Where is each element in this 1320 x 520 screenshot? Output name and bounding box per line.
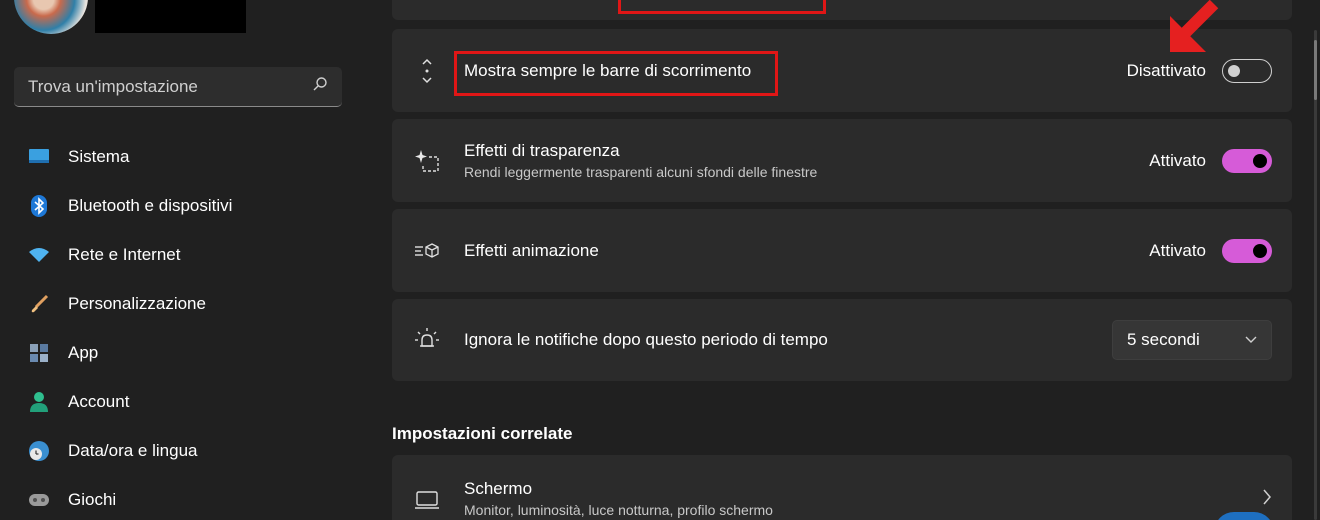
- laptop-icon: [414, 487, 440, 513]
- scrollbars-toggle[interactable]: [1222, 58, 1272, 83]
- sidebar-item-label: Bluetooth e dispositivi: [68, 196, 233, 215]
- avatar[interactable]: [14, 0, 88, 34]
- sidebar-item-label: App: [68, 343, 99, 362]
- setting-subtitle: Rendi leggermente trasparenti alcuni sfo…: [464, 164, 818, 180]
- search-input[interactable]: Trova un'impostazione: [14, 67, 342, 107]
- scroll-arrows-icon: [414, 58, 440, 84]
- toggle-state-label: Attivato: [1149, 150, 1206, 170]
- redacted-user-name: [95, 0, 246, 33]
- monitor-icon: [28, 146, 50, 168]
- scrollbar-thumb[interactable]: [1314, 40, 1317, 100]
- related-card-display[interactable]: Schermo Monitor, luminosità, luce nottur…: [392, 455, 1292, 520]
- setting-card-notifications: Ignora le notifiche dopo questo periodo …: [392, 299, 1292, 381]
- sidebar-item-rete[interactable]: Rete e Internet: [14, 235, 344, 275]
- sidebar-item-sistema[interactable]: Sistema: [14, 137, 344, 177]
- sidebar-item-giochi[interactable]: Giochi: [14, 480, 344, 520]
- previous-card-edge: [392, 0, 1292, 20]
- chevron-right-icon: [1262, 489, 1272, 510]
- apps-icon: [28, 342, 50, 364]
- highlight-box-top: [618, 0, 826, 14]
- brush-icon: [28, 293, 50, 315]
- sidebar-item-account[interactable]: Account: [14, 382, 344, 422]
- wifi-icon: [28, 244, 50, 266]
- setting-title: Effetti di trasparenza: [464, 141, 620, 160]
- sidebar: Trova un'impostazione Sistema Bluetooth …: [0, 0, 360, 520]
- sidebar-item-label: Personalizzazione: [68, 294, 206, 313]
- person-icon: [28, 391, 50, 413]
- red-arrow-icon: [1170, 0, 1219, 52]
- search-icon[interactable]: [312, 76, 328, 97]
- section-heading: Impostazioni correlate: [392, 424, 573, 443]
- toggle-state-label: Attivato: [1149, 240, 1206, 260]
- globe-clock-icon: [28, 440, 50, 462]
- sidebar-item-label: Account: [68, 392, 130, 411]
- bluetooth-icon: [28, 195, 50, 217]
- setting-title: Schermo: [464, 479, 533, 498]
- animation-cube-icon: [414, 238, 440, 264]
- toggle-knob: [1253, 243, 1267, 258]
- setting-title: Effetti animazione: [464, 240, 599, 260]
- toggle-state-label: Disattivato: [1126, 60, 1206, 80]
- setting-card-transparency: Effetti di trasparenza Rendi leggermente…: [392, 119, 1292, 202]
- sidebar-item-label: Rete e Internet: [68, 245, 181, 264]
- toggle-knob: [1228, 64, 1240, 77]
- sparkle-frame-icon: [414, 148, 440, 174]
- page-scrollbar[interactable]: [1314, 30, 1317, 520]
- sidebar-item-label: Data/ora e lingua: [68, 441, 198, 460]
- setting-card-animation: Effetti animazione Attivato: [392, 209, 1292, 292]
- search-placeholder: Trova un'impostazione: [28, 76, 198, 96]
- setting-subtitle: Monitor, luminosità, luce notturna, prof…: [464, 502, 773, 518]
- notification-duration-dropdown[interactable]: 5 secondi: [1112, 320, 1272, 360]
- dropdown-value: 5 secondi: [1127, 330, 1200, 349]
- sidebar-item-app[interactable]: App: [14, 333, 344, 373]
- sidebar-item-label: Giochi: [68, 490, 117, 509]
- highlight-box-scrollbars: [454, 51, 778, 96]
- animation-toggle[interactable]: [1222, 238, 1272, 263]
- sidebar-item-bluetooth[interactable]: Bluetooth e dispositivi: [14, 186, 344, 226]
- gamepad-icon: [28, 489, 50, 511]
- chevron-down-icon: [1245, 331, 1257, 349]
- transparency-toggle[interactable]: [1222, 148, 1272, 173]
- sidebar-item-label: Sistema: [68, 147, 130, 166]
- sidebar-item-personalizzazione[interactable]: Personalizzazione: [14, 284, 344, 324]
- setting-title: Ignora le notifiche dopo questo periodo …: [464, 330, 828, 349]
- toggle-knob: [1253, 153, 1267, 168]
- bell-rays-icon: [414, 327, 440, 353]
- sidebar-item-data-ora[interactable]: Data/ora e lingua: [14, 431, 344, 471]
